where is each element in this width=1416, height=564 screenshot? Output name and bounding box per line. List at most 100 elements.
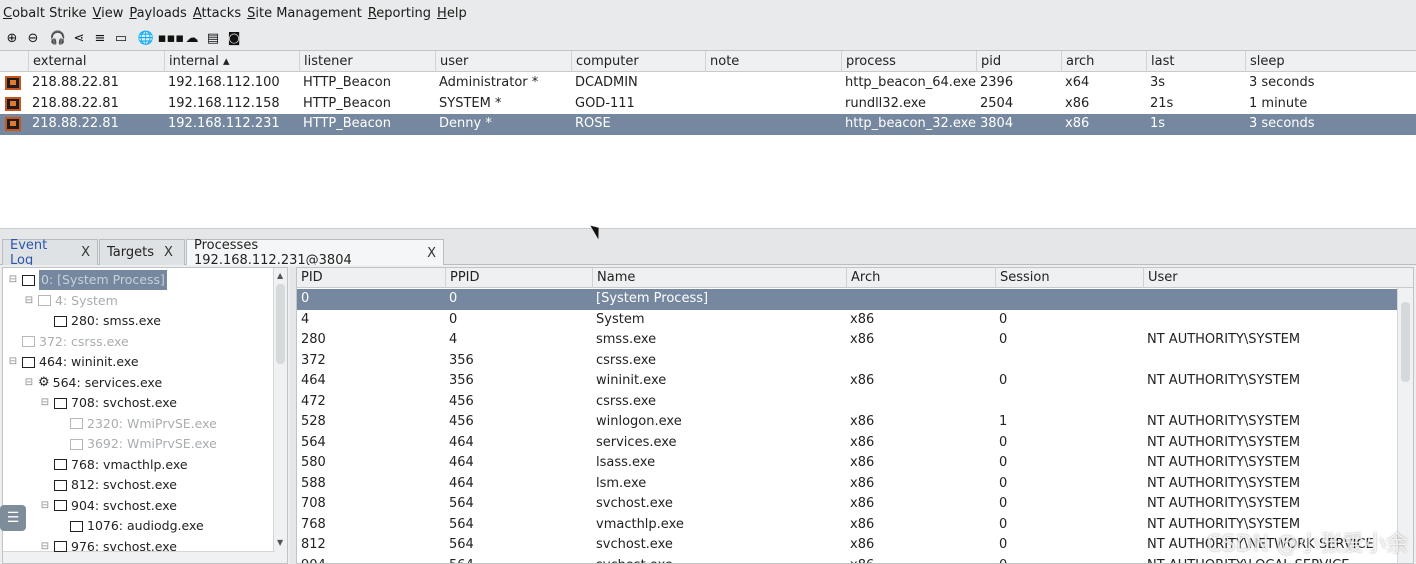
beacon-row[interactable]: 218.88.22.81 192.168.112.100 HTTP_Beacon Ad… bbox=[0, 73, 1416, 94]
scroll-down-icon[interactable]: ▼ bbox=[277, 538, 283, 547]
menu-view[interactable]: View bbox=[92, 6, 123, 21]
tree-node[interactable]: 812: svchost.exe bbox=[39, 475, 177, 495]
globe-icon[interactable]: 🌐 bbox=[137, 30, 155, 48]
tree-scroll-thumb[interactable] bbox=[276, 284, 285, 364]
beacon-column-header[interactable]: external bbox=[28, 51, 164, 72]
tree-node[interactable]: ⊟ 464: wininit.exe bbox=[7, 352, 139, 372]
process-cell: 0 bbox=[999, 332, 1008, 347]
process-cell: 580 bbox=[301, 455, 326, 470]
process-row[interactable]: 4 0 System x86 0 bbox=[297, 310, 1397, 331]
headphones-icon[interactable]: 🎧 bbox=[49, 30, 67, 48]
menu-attacks[interactable]: Attacks bbox=[193, 6, 241, 21]
beacon-column-header[interactable]: pid bbox=[976, 51, 1061, 72]
beacon-table: external internal ▴ listener user computer no… bbox=[0, 50, 1416, 228]
beacon-row[interactable]: 218.88.22.81 192.168.112.231 HTTP_Beacon De… bbox=[0, 114, 1416, 135]
tree-expander-icon[interactable]: ⊟ bbox=[39, 496, 51, 516]
tree-expander-icon[interactable]: ⊟ bbox=[23, 291, 35, 311]
beacon-cell-process: http_beacon_32.exe bbox=[845, 116, 976, 131]
beacon-column-header[interactable]: listener bbox=[299, 51, 435, 72]
process-cell: [System Process] bbox=[596, 291, 709, 306]
camera-icon[interactable]: ◙ bbox=[225, 30, 243, 48]
tree-expander-icon[interactable]: ⊟ bbox=[39, 393, 51, 413]
tree-node-label: 3692: WmiPrvSE.exe bbox=[87, 436, 217, 451]
terminal-icon[interactable]: ▤ bbox=[204, 30, 222, 48]
process-column-header[interactable]: Name bbox=[592, 268, 846, 288]
list-icon[interactable]: ≡ bbox=[91, 30, 109, 48]
tree-node[interactable]: ⊟ 976: svchost.exe bbox=[39, 537, 177, 557]
process-row[interactable]: 464 356 wininit.exe x86 0 NT AUTHORITY\SYSTEM bbox=[297, 371, 1397, 392]
process-row[interactable]: 580 464 lsass.exe x86 0 NT AUTHORITY\SYSTEM bbox=[297, 453, 1397, 474]
tab-event-log[interactable]: Event Log X bbox=[2, 238, 98, 268]
process-column-header[interactable]: PPID bbox=[445, 268, 592, 288]
process-cell: x86 bbox=[850, 311, 875, 327]
process-row[interactable]: 0 0 [System Process] bbox=[297, 289, 1397, 310]
tree-expander-icon[interactable]: ⊟ bbox=[7, 270, 19, 290]
process-cell: vmacthlp.exe bbox=[596, 516, 684, 532]
process-row[interactable]: 588 464 lsm.exe x86 0 NT AUTHORITY\SYSTEM bbox=[297, 474, 1397, 495]
tree-expander-icon[interactable]: ⊟ bbox=[7, 352, 19, 372]
window-icon bbox=[22, 356, 35, 368]
process-cell: x86 bbox=[850, 414, 875, 429]
plus-circle-icon[interactable]: ⊕ bbox=[3, 30, 21, 48]
tree-node[interactable]: 3692: WmiPrvSE.exe bbox=[55, 434, 217, 454]
process-table-scrollbar[interactable] bbox=[1397, 288, 1413, 563]
beacon-column-header[interactable]: process bbox=[841, 51, 976, 72]
menu-reporting[interactable]: Reporting bbox=[368, 6, 431, 21]
process-column-header[interactable]: Session bbox=[995, 268, 1143, 288]
menu-cobalt-strike[interactable]: Cobalt Strike bbox=[3, 6, 86, 21]
process-column-header[interactable]: User bbox=[1143, 268, 1397, 288]
tree-node[interactable]: 1076: audiodg.exe bbox=[55, 516, 204, 536]
menu-help[interactable]: Help bbox=[437, 6, 467, 21]
beacon-column-header[interactable]: sleep bbox=[1245, 51, 1416, 72]
menu-site-management[interactable]: Site Management bbox=[247, 6, 362, 21]
tree-node[interactable]: ⊟ 708: svchost.exe bbox=[39, 393, 177, 413]
tree-node[interactable]: 280: smss.exe bbox=[39, 311, 161, 331]
tab-targets-close-icon[interactable]: X bbox=[164, 245, 173, 260]
tree-vertical-scrollbar[interactable]: ▲ ▼ bbox=[273, 268, 287, 563]
process-row[interactable]: 708 564 svchost.exe x86 0 NT AUTHORITY\SYSTEM bbox=[297, 494, 1397, 515]
beacon-column-header[interactable]: user bbox=[435, 51, 571, 72]
beacon-column-header[interactable]: internal ▴ bbox=[164, 51, 299, 72]
cloud-upload-icon[interactable]: ☁ bbox=[183, 30, 201, 48]
tab-targets[interactable]: Targets X bbox=[99, 239, 185, 265]
tab-processes-close-icon[interactable]: X bbox=[427, 246, 436, 261]
monitor-icon[interactable]: ▭ bbox=[112, 30, 130, 48]
process-row[interactable]: 280 4 smss.exe x86 0 NT AUTHORITY\SYSTEM bbox=[297, 330, 1397, 351]
scroll-up-icon[interactable]: ▲ bbox=[277, 271, 283, 280]
panel-splitter[interactable] bbox=[0, 228, 1416, 238]
beacon-column-header[interactable]: note bbox=[705, 51, 841, 72]
beacon-cell-listener: HTTP_Beacon bbox=[303, 116, 391, 131]
tree-node[interactable]: ⊟ 904: svchost.exe bbox=[39, 496, 177, 516]
tree-node[interactable]: ⊟ 0: [System Process] bbox=[7, 270, 167, 290]
tree-expander-icon[interactable]: ⊟ bbox=[23, 373, 35, 393]
process-row[interactable]: 372 356 csrss.exe bbox=[297, 351, 1397, 372]
process-cell: 456 bbox=[449, 414, 474, 429]
tree-node[interactable]: 372: csrss.exe bbox=[7, 332, 129, 352]
process-column-header[interactable]: Arch bbox=[846, 268, 995, 288]
menu-payloads[interactable]: Payloads bbox=[129, 6, 186, 21]
beacon-row[interactable]: 218.88.22.81 192.168.112.158 HTTP_Beacon SY… bbox=[0, 94, 1416, 115]
side-menu-icon[interactable]: ☰ bbox=[0, 505, 26, 531]
process-row[interactable]: 472 456 csrss.exe bbox=[297, 392, 1397, 413]
process-row[interactable]: 564 464 services.exe x86 0 NT AUTHORITY\SYSTE… bbox=[297, 433, 1397, 454]
beacon-column-header[interactable]: arch bbox=[1061, 51, 1146, 72]
beacon-column-header[interactable]: computer bbox=[571, 51, 705, 72]
tree-node[interactable]: ⊟ 4: System bbox=[23, 291, 118, 311]
tree-node[interactable]: 2320: WmiPrvSE.exe bbox=[55, 414, 217, 434]
process-row[interactable]: 528 456 winlogon.exe x86 1 NT AUTHORITY\SYSTE… bbox=[297, 412, 1397, 433]
process-cell: 464 bbox=[449, 434, 474, 450]
process-cell: svchost.exe bbox=[592, 556, 673, 564]
tab-processes[interactable]: Processes 192.168.112.231@3804 X bbox=[186, 238, 444, 268]
process-column-header[interactable]: PID bbox=[297, 268, 445, 288]
process-cell: wininit.exe bbox=[596, 373, 667, 388]
tree-node[interactable]: ⊟ ⚙ 564: services.exe bbox=[23, 373, 162, 393]
tab-event-log-close-icon[interactable]: X bbox=[81, 245, 90, 260]
process-scroll-thumb[interactable] bbox=[1401, 302, 1410, 382]
minus-circle-icon[interactable]: ⊖ bbox=[24, 30, 42, 48]
beacon-column-header[interactable]: last bbox=[1146, 51, 1245, 72]
tree-node[interactable]: 768: vmacthlp.exe bbox=[39, 455, 188, 475]
tree-expander-icon[interactable]: ⊟ bbox=[39, 537, 51, 557]
share-icon[interactable]: ⋖ bbox=[70, 30, 88, 48]
keyboard-dots-icon[interactable]: ▪▪▪ bbox=[158, 30, 184, 48]
process-cell bbox=[995, 351, 999, 372]
